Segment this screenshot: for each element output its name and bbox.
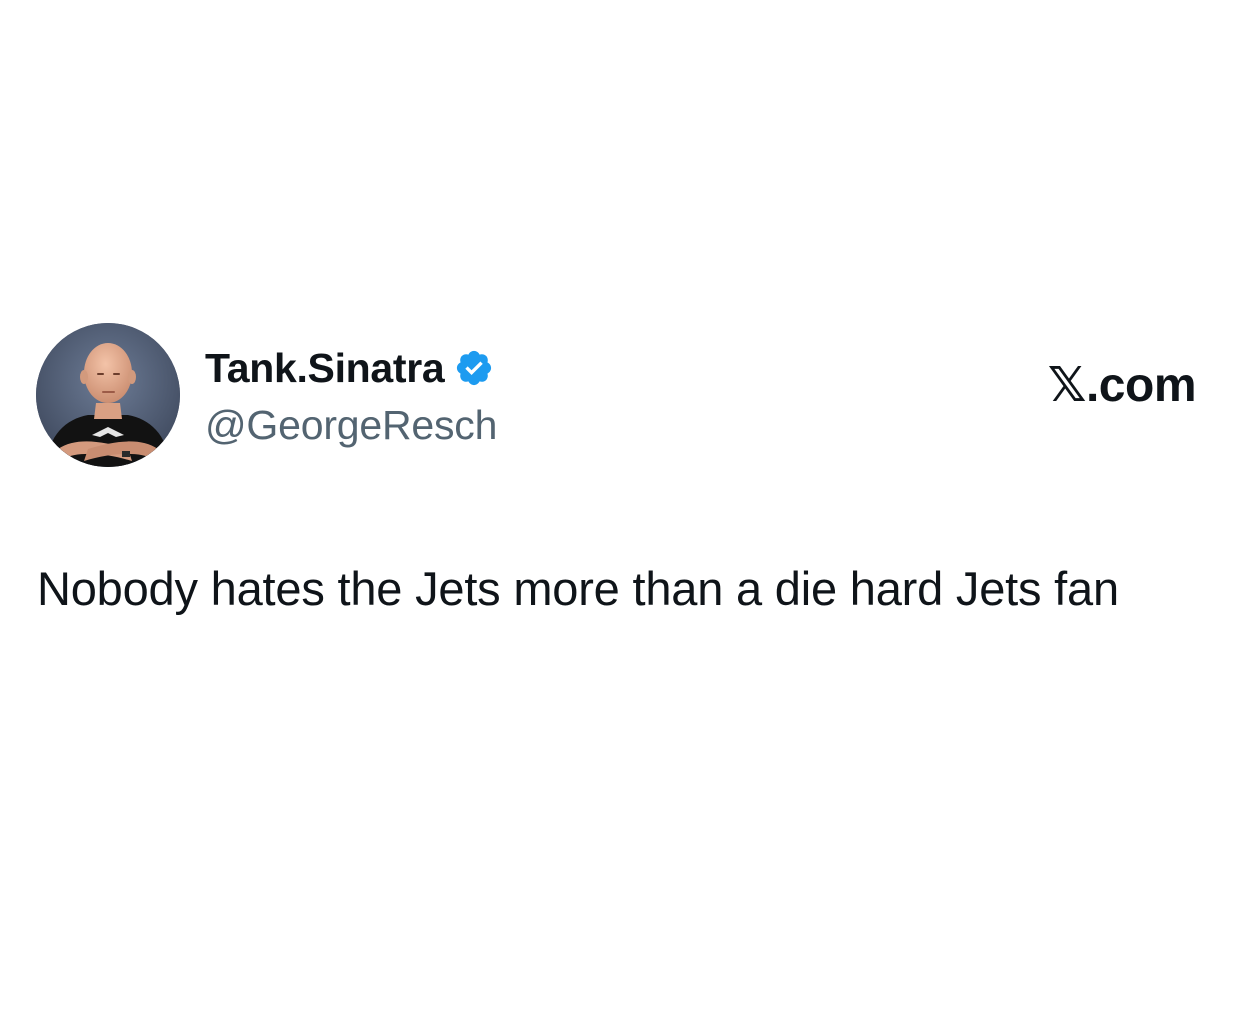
brand-label: 𝕏.com [1047, 359, 1197, 412]
author-handle[interactable]: @GeorgeResch [205, 402, 497, 449]
verified-badge-icon [454, 348, 494, 388]
avatar-photo [36, 323, 180, 467]
author-name-row: Tank.Sinatra [205, 343, 494, 393]
avatar[interactable] [36, 323, 180, 467]
tweet-text: Nobody hates the Jets more than a die ha… [37, 562, 1119, 615]
author-display-name[interactable]: Tank.Sinatra [205, 345, 445, 392]
brand-logo: 𝕏.com [1047, 357, 1197, 413]
